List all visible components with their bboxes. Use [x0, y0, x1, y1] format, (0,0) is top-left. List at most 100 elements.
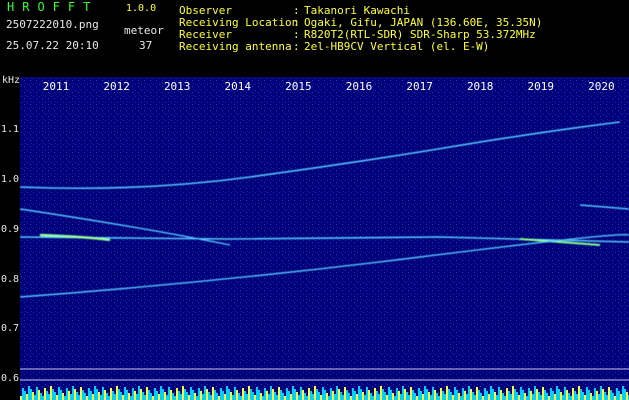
activity-bar — [424, 386, 426, 400]
activity-bar — [384, 392, 386, 400]
activity-bar — [76, 392, 78, 400]
activity-bar — [226, 386, 228, 400]
activity-bar — [82, 390, 84, 400]
activity-bar — [306, 396, 308, 400]
activity-bar — [54, 392, 56, 400]
activity-bar — [568, 393, 570, 400]
activity-bar — [486, 391, 488, 400]
activity-bar — [408, 395, 410, 400]
activity-bar — [544, 390, 546, 400]
activity-bar — [434, 390, 436, 400]
activity-bar — [200, 391, 202, 400]
activity-bar — [598, 394, 600, 400]
activity-bar — [388, 387, 390, 400]
activity-bar — [374, 388, 376, 400]
activity-bar — [600, 386, 602, 400]
activity-bar — [84, 393, 86, 400]
observer-colon: : — [293, 4, 300, 17]
activity-bar — [372, 396, 374, 400]
time-tick-label: 2013 — [164, 80, 191, 93]
activity-bar — [340, 392, 342, 400]
activity-bar — [606, 395, 608, 400]
activity-bar — [74, 389, 76, 400]
activity-bar — [586, 387, 588, 400]
activity-bar — [382, 389, 384, 400]
activity-bar — [212, 387, 214, 400]
activity-bar — [154, 388, 156, 400]
activity-bar — [182, 386, 184, 400]
activity-bar — [604, 392, 606, 400]
activity-bar — [72, 386, 74, 400]
time-tick-label: 2015 — [285, 80, 312, 93]
activity-bar — [470, 389, 472, 400]
activity-bar — [192, 390, 194, 400]
activity-bar — [276, 395, 278, 400]
activity-bar — [438, 396, 440, 400]
activity-bar — [32, 392, 34, 400]
time-tick-label: 2018 — [467, 80, 494, 93]
activity-bar — [334, 394, 336, 400]
activity-bar — [538, 392, 540, 400]
activity-bar — [164, 392, 166, 400]
activity-bar — [56, 395, 58, 400]
activity-bar — [156, 391, 158, 400]
activity-bar — [120, 392, 122, 400]
activity-bar — [466, 394, 468, 400]
activity-bar — [176, 388, 178, 400]
activity-bar — [346, 390, 348, 400]
activity-bar — [566, 390, 568, 400]
activity-bar — [230, 392, 232, 400]
activity-bar — [318, 392, 320, 400]
activity-bar — [508, 391, 510, 400]
activity-bar — [172, 393, 174, 400]
activity-bar — [106, 393, 108, 400]
activity-bar — [228, 389, 230, 400]
activity-bar — [406, 392, 408, 400]
activity-bar — [420, 391, 422, 400]
activity-bar — [620, 394, 622, 400]
activity-bar — [202, 394, 204, 400]
activity-bar — [312, 394, 314, 400]
activity-bar — [308, 388, 310, 400]
activity-bar — [344, 387, 346, 400]
activity-bar — [426, 389, 428, 400]
activity-bar — [44, 388, 46, 400]
activity-bar — [402, 386, 404, 400]
activity-bar — [50, 386, 52, 400]
activity-bar — [474, 395, 476, 400]
activity-bar — [296, 392, 298, 400]
activity-bar — [108, 396, 110, 400]
activity-bar — [22, 388, 24, 400]
activity-bar — [400, 394, 402, 400]
activity-bar — [330, 388, 332, 400]
activity-bar — [542, 387, 544, 400]
activity-bar — [300, 387, 302, 400]
activity-bar — [320, 395, 322, 400]
time-tick-label: 2016 — [346, 80, 373, 93]
activity-bar — [552, 391, 554, 400]
activity-bar — [88, 388, 90, 400]
antenna-label: Receiving antenna — [179, 40, 292, 53]
activity-bar — [560, 392, 562, 400]
activity-bar — [142, 392, 144, 400]
activity-bar — [52, 389, 54, 400]
activity-bar — [162, 389, 164, 400]
activity-bar — [532, 394, 534, 400]
activity-bar — [174, 396, 176, 400]
activity-bar — [450, 392, 452, 400]
khz-unit-label: kHz — [2, 75, 21, 86]
activity-bar — [24, 391, 26, 400]
activity-bar — [488, 394, 490, 400]
activity-bar — [534, 386, 536, 400]
activity-bar — [254, 395, 256, 400]
time-tick-label: 2017 — [406, 80, 433, 93]
activity-bar — [284, 396, 286, 400]
activity-bar — [348, 393, 350, 400]
receiver-colon: : — [293, 28, 300, 41]
activity-bar — [92, 394, 94, 400]
activity-bar — [556, 386, 558, 400]
activity-bar — [104, 390, 106, 400]
activity-bar — [540, 395, 542, 400]
activity-bar — [232, 395, 234, 400]
activity-bar — [440, 388, 442, 400]
